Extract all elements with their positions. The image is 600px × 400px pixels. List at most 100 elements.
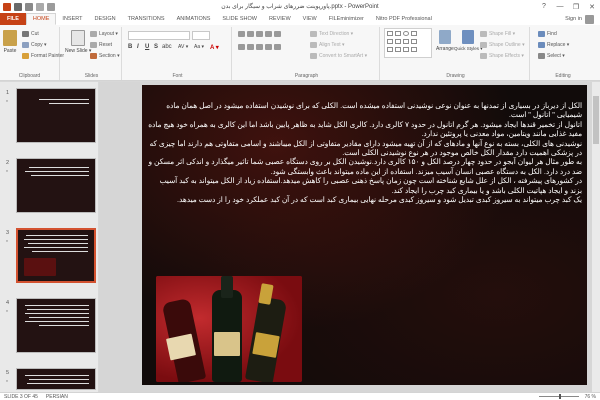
- paragraph-group: Text Direction ▾ Align Text ▾ Convert to…: [234, 27, 380, 80]
- font-color-button[interactable]: A ▾: [210, 44, 219, 51]
- slide-body-text[interactable]: الکل از دیرباز در بسیاری از تمدنها به عن…: [148, 101, 582, 204]
- quick-styles-button[interactable]: Quick Styles ▾: [454, 30, 483, 52]
- restore-button[interactable]: ❐: [568, 0, 584, 13]
- tab-insert[interactable]: INSERT: [56, 13, 88, 25]
- tab-view[interactable]: VIEW: [297, 13, 323, 25]
- thumb-text-line: [39, 99, 89, 100]
- change-case-button[interactable]: Aa ▾: [194, 44, 204, 50]
- slide-counter: SLIDE 3 OF 45: [4, 393, 38, 400]
- slide-paragraph: یک کبد چرب میتواند به سیروز کبدی تبدیل ش…: [177, 195, 582, 205]
- align-row[interactable]: [238, 44, 281, 50]
- shape-thumb[interactable]: [395, 47, 401, 52]
- shape-effects-button[interactable]: Shape Effects ▾: [480, 53, 524, 59]
- slide-thumbnail[interactable]: [16, 158, 96, 213]
- underline-button[interactable]: U: [145, 44, 149, 50]
- cut-button[interactable]: Cut: [22, 31, 39, 37]
- font-size-field[interactable]: [192, 31, 210, 40]
- slide-number: 3: [6, 230, 10, 236]
- shape-thumb[interactable]: [411, 39, 417, 44]
- drawing-label: Drawing: [446, 73, 465, 79]
- slides-label: Slides: [84, 73, 99, 79]
- char-spacing-button[interactable]: AV ▾: [178, 44, 188, 50]
- avatar[interactable]: [585, 14, 594, 24]
- bottle-label: [214, 332, 240, 356]
- tab-review[interactable]: REVIEW: [263, 13, 297, 25]
- scrollbar-thumb[interactable]: [593, 96, 599, 144]
- arrange-button[interactable]: Arrange: [436, 30, 454, 52]
- format-painter-icon: [22, 53, 29, 59]
- title-bar: پاورپوینت ضررهای شراب و سیگار برای بدن.p…: [0, 0, 600, 13]
- transition-star: *: [6, 100, 8, 106]
- editing-label: Editing: [555, 73, 571, 79]
- justify-icon: [265, 44, 272, 50]
- copy-button[interactable]: Copy ▾: [22, 42, 47, 48]
- shape-thumb[interactable]: [411, 47, 417, 52]
- thumb-text-line: [26, 235, 88, 236]
- slide-thumbnail[interactable]: [16, 88, 96, 143]
- shape-thumb[interactable]: [403, 39, 409, 44]
- tab-slide-show[interactable]: SLIDE SHOW: [216, 13, 263, 25]
- layout-icon: [90, 31, 97, 37]
- help-button[interactable]: ?: [536, 0, 552, 13]
- thumb-text-line: [32, 251, 88, 252]
- select-button[interactable]: Select ▾: [538, 53, 565, 59]
- shadow-button[interactable]: abc: [162, 44, 172, 50]
- tab-home[interactable]: HOME: [25, 13, 57, 25]
- replace-button[interactable]: Replace ▾: [538, 42, 569, 48]
- slides-pane: 1 * 2 * 3 * 4 * 5 *: [0, 82, 98, 392]
- shape-effects-icon: [480, 53, 487, 59]
- align-center-icon: [247, 44, 254, 50]
- tab-fileminimizer[interactable]: FILEminimizer: [323, 13, 370, 25]
- paste-button[interactable]: Paste: [3, 30, 17, 54]
- text-direction-button[interactable]: Text Direction ▾: [310, 31, 353, 37]
- zoom-slider[interactable]: [538, 394, 579, 399]
- strike-button[interactable]: S: [154, 44, 158, 50]
- find-button[interactable]: Find: [538, 31, 557, 37]
- new-slide-button[interactable]: New Slide ▾: [65, 30, 91, 54]
- arrange-icon: [438, 30, 451, 44]
- wine-bottles-photo[interactable]: [156, 276, 302, 382]
- shape-thumb[interactable]: [387, 39, 393, 44]
- tab-design[interactable]: DESIGN: [89, 13, 122, 25]
- minimize-button[interactable]: —: [552, 0, 568, 13]
- shape-thumb[interactable]: [411, 31, 417, 36]
- font-name-field[interactable]: [128, 31, 190, 40]
- window-controls: ? — ❐ ✕: [536, 0, 600, 13]
- tab-nitro-pdf[interactable]: Nitro PDF Professional: [370, 13, 438, 25]
- slide-thumbnail[interactable]: [16, 368, 96, 390]
- section-button[interactable]: Section ▾: [90, 53, 120, 59]
- sign-in-link[interactable]: Sign in: [565, 16, 582, 22]
- convert-smartart-button[interactable]: Convert to SmartArt ▾: [310, 53, 367, 59]
- shape-thumb[interactable]: [403, 47, 409, 52]
- language-indicator[interactable]: PERSIAN: [46, 394, 68, 400]
- zoom-level[interactable]: 76 %: [585, 394, 596, 400]
- zoom-slider-handle[interactable]: [558, 394, 561, 399]
- vertical-scrollbar[interactable]: [592, 82, 600, 392]
- shape-outline-button[interactable]: Shape Outline ▾: [480, 42, 525, 48]
- italic-button[interactable]: I: [137, 44, 139, 50]
- thumb-text-line: [31, 175, 89, 176]
- align-left-icon: [238, 44, 245, 50]
- tab-transitions[interactable]: TRANSITIONS: [122, 13, 171, 25]
- sign-in-area[interactable]: Sign in: [565, 13, 600, 25]
- bold-button[interactable]: B: [128, 44, 132, 50]
- reset-button[interactable]: Reset: [90, 42, 112, 48]
- shape-fill-button[interactable]: Shape Fill ▾: [480, 31, 515, 37]
- tab-animations[interactable]: ANIMATIONS: [171, 13, 217, 25]
- shapes-gallery[interactable]: [384, 28, 432, 58]
- align-text-button[interactable]: Align Text ▾: [310, 42, 345, 48]
- shape-outline-icon: [480, 42, 487, 48]
- bullets-row[interactable]: [238, 31, 281, 37]
- shape-thumb[interactable]: [395, 31, 401, 36]
- slide-thumbnail-selected[interactable]: [16, 228, 96, 283]
- format-painter-button[interactable]: Format Painter: [22, 53, 64, 59]
- tab-file[interactable]: FILE: [0, 13, 26, 25]
- layout-button[interactable]: Layout ▾: [90, 31, 118, 37]
- shape-thumb[interactable]: [387, 47, 393, 52]
- slide-thumbnail[interactable]: [16, 298, 96, 353]
- close-button[interactable]: ✕: [584, 0, 600, 13]
- shape-thumb[interactable]: [387, 31, 393, 36]
- current-slide[interactable]: الکل از دیرباز در بسیاری از تمدنها به عن…: [142, 85, 587, 385]
- shape-thumb[interactable]: [395, 39, 401, 44]
- shape-thumb[interactable]: [403, 31, 409, 36]
